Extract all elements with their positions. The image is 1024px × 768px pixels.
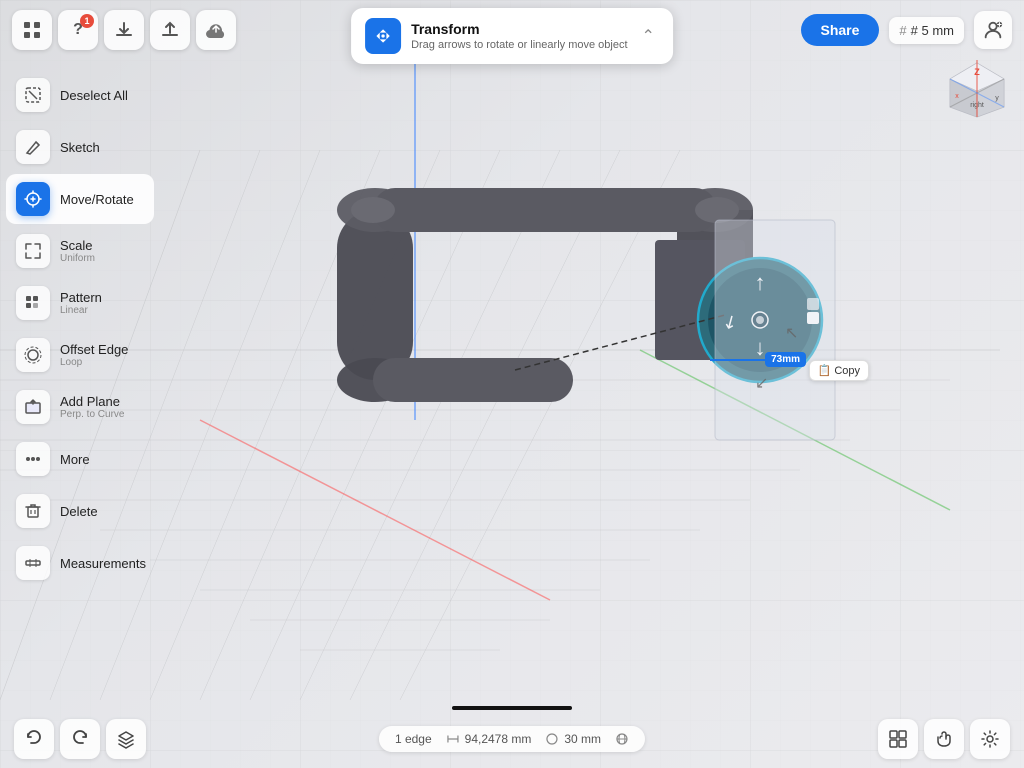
svg-text:↙: ↙ [755,375,768,392]
layers-button[interactable] [106,719,146,759]
axis-cube[interactable]: Z y x right [942,55,1012,125]
sidebar-item-more[interactable]: More [6,434,154,484]
apps-icon [22,20,42,40]
left-sidebar: Deselect All Sketch Move/Rotate [0,70,160,588]
sidebar-item-sketch[interactable]: Sketch [6,122,154,172]
sidebar-item-scale[interactable]: Scale Uniform [6,226,154,276]
offset-edge-icon [16,338,50,372]
toolbar-right: Share # # 5 mm [801,11,1013,49]
notification-badge: 1 [80,14,94,28]
user-settings-button[interactable] [974,11,1012,49]
settings-gear-icon [980,729,1000,749]
grid-size-value: # 5 mm [911,23,954,38]
bottom-bar: 1 edge 94,2478 mm 30 mm [0,710,1024,768]
bottom-status: 1 edge 94,2478 mm 30 mm [379,726,645,752]
move-rotate-icon [16,182,50,216]
rendering-icon [888,729,908,749]
more-icon [16,442,50,476]
bottom-right-controls [878,719,1010,759]
transform-close-button[interactable]: ⌃ [638,22,659,50]
chevron-up-icon: ⌃ [642,28,655,45]
sidebar-item-pattern[interactable]: Pattern Linear [6,278,154,328]
add-plane-label: Add Plane [60,394,124,409]
delete-label: Delete [60,504,98,519]
sidebar-item-delete[interactable]: Delete [6,486,154,536]
undo-button[interactable] [14,719,54,759]
undo-icon [24,729,44,749]
svg-text:x: x [955,93,959,100]
sidebar-item-deselect-all[interactable]: Deselect All [6,70,154,120]
axis-cube-svg: Z y x right [942,55,1012,125]
offset-edge-label: Offset Edge [60,342,128,357]
svg-text:↖: ↖ [785,325,798,342]
transform-move-icon [373,26,393,46]
transform-tooltip: Transform Drag arrows to rotate or linea… [351,8,673,64]
bottom-left-controls [14,719,146,759]
gesture-button[interactable] [924,719,964,759]
copy-badge[interactable]: 📋 Copy [809,360,869,381]
grid-size-indicator: # # 5 mm [889,17,964,44]
edge-count-item: 1 edge [395,732,432,746]
help-button[interactable]: ? 1 [58,10,98,50]
rendering-button[interactable] [878,719,918,759]
measurements-icon [16,546,50,580]
sidebar-item-move-rotate[interactable]: Move/Rotate [6,174,154,224]
pattern-sub: Linear [60,305,102,316]
apps-button[interactable] [12,10,52,50]
scale-icon [16,234,50,268]
deselect-all-label: Deselect All [60,88,128,103]
upload-button[interactable] [150,10,190,50]
transform-subtitle: Drag arrows to rotate or linearly move o… [411,39,627,51]
measurement-label: 73mm [765,352,806,367]
layers-icon [116,729,136,749]
pattern-label: Pattern [60,290,102,305]
offset-edge-sub: Loop [60,357,128,368]
redo-button[interactable] [60,719,100,759]
add-plane-sub: Perp. to Curve [60,409,124,420]
upload-icon [160,20,180,40]
delete-icon [16,494,50,528]
gesture-icon [934,729,954,749]
download-icon [114,20,134,40]
share-button[interactable]: Share [801,14,880,46]
diameter-value: 30 mm [564,732,601,746]
download-button[interactable] [104,10,144,50]
transform-icon-bg [365,18,401,54]
add-plane-icon [16,390,50,424]
length-icon [446,732,460,746]
sidebar-item-measurements[interactable]: Measurements [6,538,154,588]
cloud-icon [205,22,227,38]
sketch-icon [16,130,50,164]
copy-label: Copy [834,365,860,377]
toolbar-left: ? 1 [12,10,236,50]
user-settings-icon [982,19,1004,41]
scale-sub: Uniform [60,253,95,264]
sketch-label: Sketch [60,140,100,155]
options-item[interactable] [615,732,629,746]
sidebar-item-offset-edge[interactable]: Offset Edge Loop [6,330,154,380]
copy-icon: 📋 [818,364,832,377]
transform-text: Transform Drag arrows to rotate or linea… [411,21,627,51]
top-toolbar: ? 1 [0,0,1024,60]
hash-icon: # [899,23,906,38]
redo-icon [70,729,90,749]
deselect-all-icon [16,78,50,112]
sidebar-item-add-plane[interactable]: Add Plane Perp. to Curve [6,382,154,432]
length-value: 94,2478 mm [465,732,532,746]
diameter-icon [545,732,559,746]
length-item: 94,2478 mm [446,732,532,746]
measurements-label: Measurements [60,556,146,571]
more-label: More [60,452,90,467]
cloud-button[interactable] [196,10,236,50]
svg-text:y: y [995,95,999,102]
move-rotate-label: Move/Rotate [60,192,134,207]
edge-count-value: 1 edge [395,732,432,746]
scale-label: Scale [60,238,95,253]
transform-title: Transform [411,21,627,37]
app-settings-button[interactable] [970,719,1010,759]
diameter-item: 30 mm [545,732,601,746]
pattern-icon [16,286,50,320]
options-icon [615,732,629,746]
